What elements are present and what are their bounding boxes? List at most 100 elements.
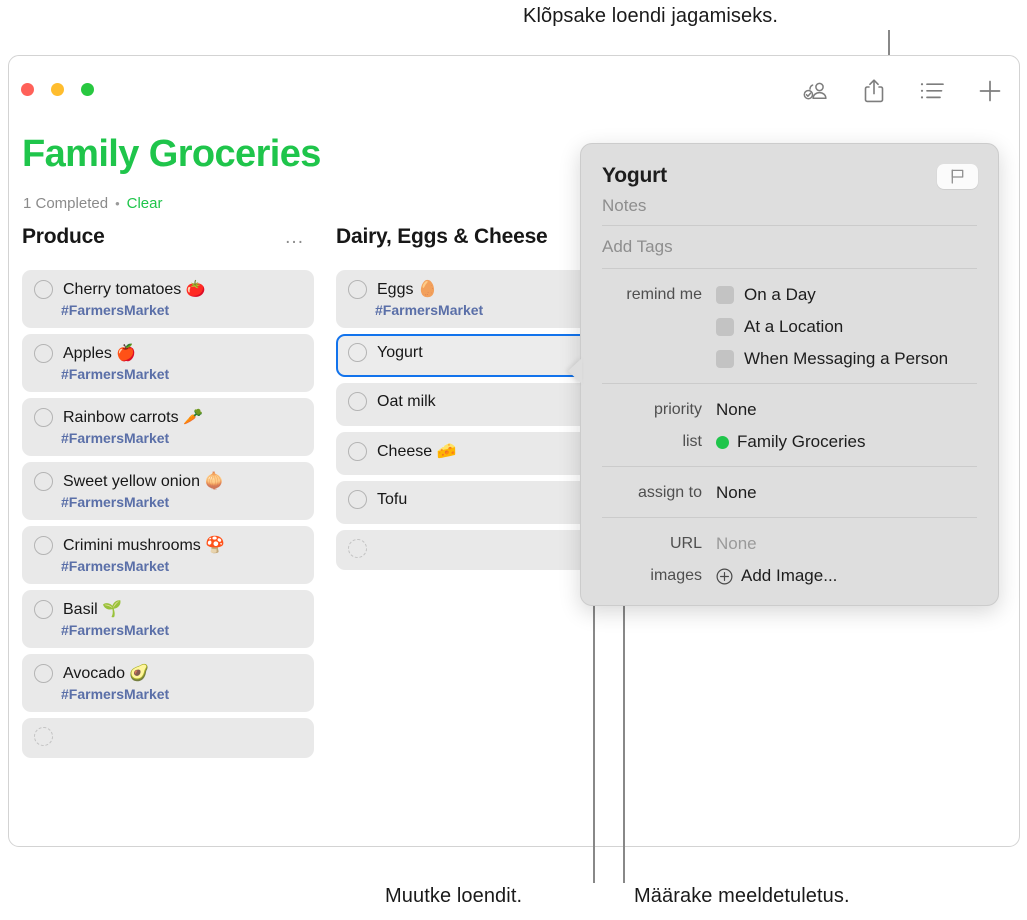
clear-button[interactable]: Clear [127,195,163,212]
url-value[interactable]: None [716,534,757,554]
add-image-label: Add Image... [741,566,838,585]
list-value[interactable]: Family Groceries [716,432,865,452]
shared-people-icon[interactable] [801,76,831,106]
list-item-main: Tofu [348,490,616,509]
checkbox-circle-icon[interactable] [34,663,53,683]
list-color-dot [716,435,729,449]
list-item-title: Cherry tomatoes 🍅 [63,281,206,298]
window-toolbar [801,76,1005,106]
window-controls [21,83,94,96]
checkbox-circle-icon[interactable] [34,407,53,427]
page-title: Family Groceries [22,133,321,175]
checkbox-circle-icon[interactable] [34,471,53,491]
column-more-button[interactable]: ... [285,228,304,247]
remind-me-block: remind me On a Day At a Location When Me… [581,269,998,383]
checkbox-circle-icon[interactable] [348,279,367,299]
url-images-block: URL None images Add Image... [581,518,998,600]
close-button[interactable] [21,83,34,96]
zoom-button[interactable] [81,83,94,96]
list-item[interactable]: Avocado 🥑 #FarmersMarket [22,654,314,712]
list-item-title: Yogurt [377,343,423,361]
url-label: URL [669,535,702,552]
images-label: images [650,567,702,584]
list-item-main: Cheese 🧀 [348,441,616,461]
notes-field[interactable]: Notes [581,189,998,225]
url-row: URL None [602,528,977,560]
list-item-tag[interactable]: #FarmersMarket [61,686,302,702]
list-item-main: Avocado 🥑 [34,663,302,683]
list-item-tag[interactable]: #FarmersMarket [61,366,302,382]
completed-count: 1 Completed [23,195,109,212]
list-item[interactable]: Rainbow carrots 🥕 #FarmersMarket [22,398,314,456]
checkbox-circle-icon[interactable] [348,343,367,362]
flag-icon[interactable] [937,164,978,189]
add-icon[interactable] [975,76,1005,106]
checkbox-at-a-location[interactable] [716,318,734,336]
list-item-tag[interactable]: #FarmersMarket [61,430,302,446]
list-item-tag[interactable]: #FarmersMarket [61,302,302,318]
plus-circle-icon [716,567,733,585]
callout-share: Klõpsake loendi jagamiseks. [523,5,779,27]
remind-option-at-a-location[interactable]: At a Location [716,317,843,337]
list-name: Family Groceries [737,432,866,451]
list-item-main: Basil 🌱 [34,599,302,619]
list-item-main [34,727,302,746]
checkbox-circle-icon[interactable] [34,727,53,746]
column-title: Dairy, Eggs & Cheese [336,225,548,248]
popover-tail [568,358,582,384]
list-item-main: Sweet yellow onion 🧅 [34,471,302,491]
list-item-title: Eggs 🥚 [377,281,438,298]
remind-option-label: At a Location [744,317,844,336]
tags-field[interactable]: Add Tags [581,226,998,268]
list-item-main: Oat milk [348,392,616,411]
list-item-title: Apples 🍎 [63,345,137,362]
remind-me-row-0: remind me On a Day [602,279,977,311]
priority-row: priority None [602,394,977,426]
checkbox-circle-icon[interactable] [348,392,367,411]
list-item-tag[interactable]: #FarmersMarket [61,494,302,510]
checkbox-circle-icon[interactable] [34,535,53,555]
priority-label: priority [653,401,702,418]
list-item[interactable]: Basil 🌱 #FarmersMarket [22,590,314,648]
list-item[interactable]: Apples 🍎 #FarmersMarket [22,334,314,392]
checkbox-when-messaging[interactable] [716,350,734,368]
list-item[interactable]: Cherry tomatoes 🍅 #FarmersMarket [22,270,314,328]
checkbox-circle-icon[interactable] [34,279,53,299]
assign-to-label: assign to [637,484,702,501]
share-icon[interactable] [859,76,889,106]
view-options-icon[interactable] [917,76,947,106]
list-item-tag[interactable]: #FarmersMarket [61,558,302,574]
checkbox-circle-icon[interactable] [348,441,367,461]
checkbox-circle-icon[interactable] [34,343,53,363]
new-item-row[interactable] [22,718,314,758]
assign-to-value[interactable]: None [716,483,757,503]
remind-me-row-1: At a Location [602,311,977,343]
checkbox-circle-icon[interactable] [34,599,53,619]
remind-option-label: When Messaging a Person [744,349,949,368]
list-item[interactable]: Sweet yellow onion 🧅 #FarmersMarket [22,462,314,520]
add-image-button[interactable]: Add Image... [716,566,837,586]
list-status-row: 1 Completed • Clear [23,195,162,212]
remind-me-row-2: When Messaging a Person [602,343,977,375]
checkbox-on-a-day[interactable] [716,286,734,304]
remind-option-when-messaging[interactable]: When Messaging a Person [716,349,948,369]
column-title: Produce [22,225,105,248]
remind-me-label: remind me [626,286,702,303]
checkbox-circle-icon[interactable] [348,539,367,558]
minimize-button[interactable] [51,83,64,96]
popover-header: Yogurt [581,144,998,189]
list-item[interactable]: Crimini mushrooms 🍄 #FarmersMarket [22,526,314,584]
list-item-title: Avocado 🥑 [63,665,150,682]
list-item-tag[interactable]: #FarmersMarket [61,622,302,638]
list-label: list [682,433,702,450]
list-item-main: Rainbow carrots 🥕 [34,407,302,427]
priority-list-block: priority None list Family Groceries [581,384,998,466]
assign-block: assign to None [581,467,998,517]
popover-title: Yogurt [602,164,667,187]
list-column: Produce... Cherry tomatoes 🍅 #FarmersMarke… [22,225,314,845]
priority-value[interactable]: None [716,400,757,420]
list-item-title: Cheese 🧀 [377,443,457,460]
list-item-main: Cherry tomatoes 🍅 [34,279,302,299]
remind-option-on-a-day[interactable]: On a Day [716,285,816,305]
checkbox-circle-icon[interactable] [348,490,367,509]
